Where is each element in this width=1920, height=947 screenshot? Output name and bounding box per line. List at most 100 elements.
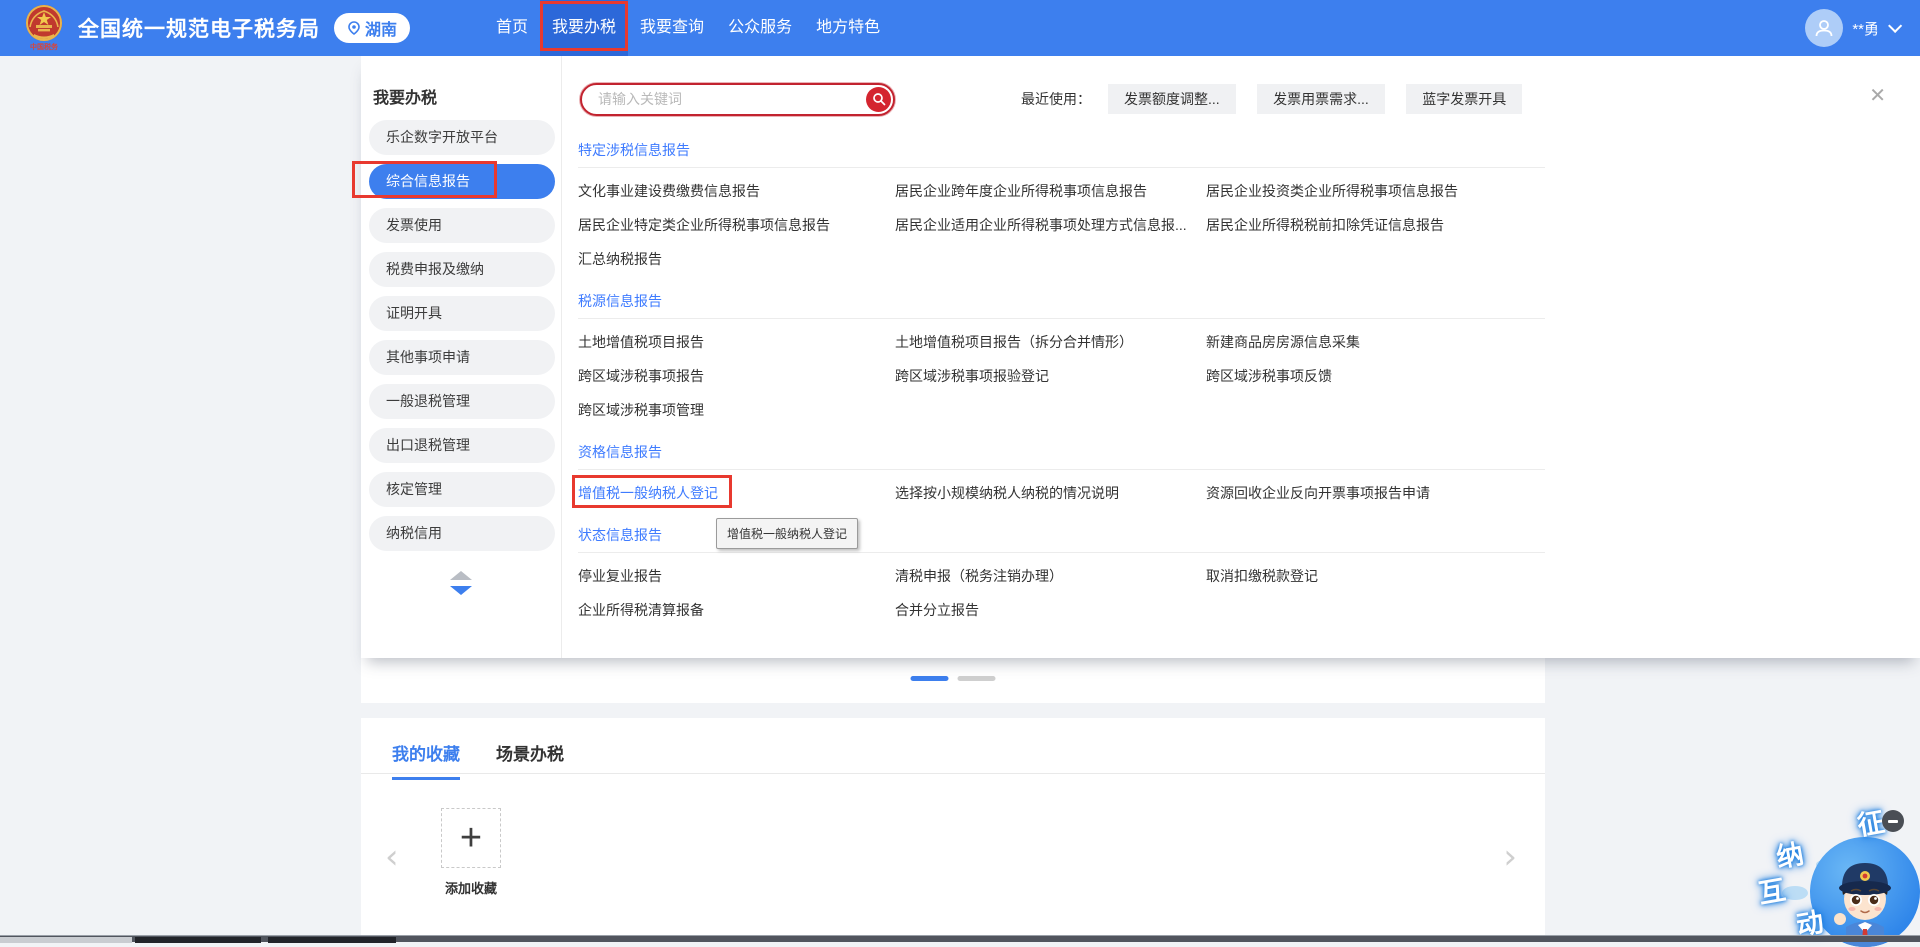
sidebar-item[interactable]: 证明开具 <box>369 296 555 331</box>
mascot-widget: 征 纳 互 动 <box>1752 790 1912 938</box>
tooltip: 增值税一般纳税人登记 <box>716 518 858 549</box>
favorites-tab[interactable]: 我的收藏 <box>392 740 460 780</box>
search-icon <box>872 92 886 106</box>
user-icon <box>1813 17 1835 39</box>
scroll-up-icon[interactable] <box>450 571 472 580</box>
menu-item[interactable]: 清税申报（税务注销办理） <box>895 566 1063 586</box>
menu-sidebar: 我要办税 乐企数字开放平台 综合信息报告 发票使用 税费申报及缴纳 证明开具 其… <box>361 56 562 658</box>
site-title: 全国统一规范电子税务局 <box>78 13 320 43</box>
sidebar-title: 我要办税 <box>373 84 561 104</box>
sidebar-item[interactable]: 一般退税管理 <box>369 384 555 419</box>
menu-item[interactable]: 跨区域涉税事项报告 <box>578 366 704 386</box>
location-pin-icon <box>347 21 361 35</box>
menu-item[interactable]: 土地增值税项目报告（拆分合并情形） <box>895 332 1133 352</box>
favorites-tab[interactable]: 场景办税 <box>496 740 564 780</box>
recent-used-button[interactable]: 蓝字发票开具 <box>1406 84 1522 114</box>
avatar[interactable] <box>1805 9 1843 47</box>
sidebar-item[interactable]: 纳税信用 <box>369 516 555 551</box>
user-block: **勇 <box>1805 0 1898 56</box>
mega-menu-panel: 我要办税 乐企数字开放平台 综合信息报告 发票使用 税费申报及缴纳 证明开具 其… <box>361 56 1920 658</box>
tax-emblem-logo: 中国税务 <box>22 3 66 53</box>
region-label: 湖南 <box>365 16 397 40</box>
sidebar-item[interactable]: 综合信息报告 <box>369 164 555 199</box>
sidebar-items: 乐企数字开放平台 综合信息报告 发票使用 税费申报及缴纳 证明开具 其他事项申请… <box>361 120 561 551</box>
plus-icon: + <box>460 819 482 857</box>
menu-item[interactable]: 选择按小规模纳税人纳税的情况说明 <box>895 483 1119 503</box>
menu-item[interactable]: 增值税一般纳税人登记 <box>578 483 718 503</box>
recent-used-button[interactable]: 发票用票需求... <box>1257 84 1385 114</box>
taskbar-segment <box>268 937 396 943</box>
menu-item[interactable]: 汇总纳税报告 <box>578 249 662 269</box>
search-button[interactable] <box>866 87 891 112</box>
menu-content: 最近使用： 发票额度调整... 发票用票需求... 蓝字发票开具 特定涉税信息报… <box>562 56 1920 658</box>
section-items: 停业复业报告 清税申报（税务注销办理） 取消扣缴税款登记 企业所得税清算报备 合… <box>578 553 1920 620</box>
section-title[interactable]: 特定涉税信息报告 <box>578 140 1920 158</box>
user-name: **勇 <box>1852 18 1879 39</box>
top-header: 中国税务 全国统一规范电子税务局 湖南 首页 我要办税 我要查询 公众服务 地方… <box>0 0 1920 56</box>
sidebar-item[interactable]: 核定管理 <box>369 472 555 507</box>
menu-item[interactable]: 企业所得税清算报备 <box>578 600 704 620</box>
section-items: 土地增值税项目报告 土地增值税项目报告（拆分合并情形） 新建商品房房源信息采集 … <box>578 319 1920 420</box>
tax-officer-cartoon-icon <box>1810 837 1920 947</box>
chevron-down-icon[interactable] <box>1888 19 1902 33</box>
taskbar-segment <box>135 937 261 943</box>
close-icon[interactable]: ✕ <box>1869 86 1886 106</box>
sidebar-item[interactable]: 乐企数字开放平台 <box>369 120 555 155</box>
section-title[interactable]: 税源信息报告 <box>578 291 1920 309</box>
top-nav: 首页 我要办税 我要查询 公众服务 地方特色 <box>484 0 892 56</box>
sidebar-scroll-arrows <box>361 571 561 595</box>
menu-section: 特定涉税信息报告 文化事业建设费缴费信息报告 居民企业跨年度企业所得税事项信息报… <box>578 140 1920 269</box>
national-emblem-icon <box>24 3 64 43</box>
carousel-next-icon[interactable]: › <box>1503 840 1517 874</box>
carousel-prev-icon[interactable]: ‹ <box>385 840 399 874</box>
carousel-dot[interactable] <box>958 676 996 681</box>
recent-buttons: 发票额度调整... 发票用票需求... 蓝字发票开具 <box>1091 84 1522 114</box>
recent-used-label: 最近使用： <box>1021 89 1091 109</box>
menu-item[interactable]: 居民企业跨年度企业所得税事项信息报告 <box>895 181 1147 201</box>
menu-section: 税源信息报告 土地增值税项目报告 土地增值税项目报告（拆分合并情形） 新建商品房… <box>578 291 1920 420</box>
sidebar-item[interactable]: 发票使用 <box>369 208 555 243</box>
section-items: 增值税一般纳税人登记 选择按小规模纳税人纳税的情况说明 资源回收企业反向开票事项… <box>578 470 1920 503</box>
menu-item[interactable]: 新建商品房房源信息采集 <box>1206 332 1360 352</box>
menu-item[interactable]: 合并分立报告 <box>895 600 979 620</box>
menu-item[interactable]: 取消扣缴税款登记 <box>1206 566 1318 586</box>
sidebar-item[interactable]: 其他事项申请 <box>369 340 555 375</box>
taskbar-sliver <box>0 935 1920 942</box>
mascot-avatar[interactable] <box>1810 837 1920 947</box>
nav-item[interactable]: 首页 <box>484 0 540 56</box>
menu-item[interactable]: 文化事业建设费缴费信息报告 <box>578 181 760 201</box>
minus-icon <box>1888 820 1898 823</box>
menu-item[interactable]: 跨区域涉税事项管理 <box>578 400 704 420</box>
nav-item[interactable]: 公众服务 <box>716 0 804 56</box>
carousel-dot-active[interactable] <box>911 676 949 681</box>
region-selector[interactable]: 湖南 <box>334 13 410 43</box>
section-title[interactable]: 资格信息报告 <box>578 442 1920 460</box>
menu-item[interactable]: 跨区域涉税事项反馈 <box>1206 366 1332 386</box>
menu-section: 资格信息报告 增值税一般纳税人登记 选择按小规模纳税人纳税的情况说明 资源回收企… <box>578 442 1920 503</box>
search-box <box>580 83 895 116</box>
scroll-down-icon[interactable] <box>450 586 472 595</box>
menu-item[interactable]: 居民企业特定类企业所得税事项信息报告 <box>578 215 830 235</box>
favorites-card: 我的收藏 场景办税 ‹ + 添加收藏 › <box>361 718 1545 936</box>
menu-item[interactable]: 居民企业所得税税前扣除凭证信息报告 <box>1206 215 1444 235</box>
nav-item[interactable]: 我要办税 <box>540 0 628 56</box>
sidebar-item[interactable]: 税费申报及缴纳 <box>369 252 555 287</box>
nav-item[interactable]: 地方特色 <box>804 0 892 56</box>
search-input[interactable] <box>598 85 848 114</box>
menu-item[interactable]: 停业复业报告 <box>578 566 662 586</box>
add-favorite-label: 添加收藏 <box>435 878 507 897</box>
nav-item[interactable]: 我要查询 <box>628 0 716 56</box>
section-items: 文化事业建设费缴费信息报告 居民企业跨年度企业所得税事项信息报告 居民企业投资类… <box>578 168 1920 269</box>
sidebar-item[interactable]: 出口退税管理 <box>369 428 555 463</box>
menu-item[interactable]: 居民企业适用企业所得税事项处理方式信息报... <box>895 215 1187 235</box>
menu-item[interactable]: 跨区域涉税事项报验登记 <box>895 366 1049 386</box>
minimize-mascot-button[interactable] <box>1882 810 1904 832</box>
menu-item[interactable]: 资源回收企业反向开票事项报告申请 <box>1206 483 1430 503</box>
menu-item[interactable]: 居民企业投资类企业所得税事项信息报告 <box>1206 181 1458 201</box>
search-row: 最近使用： 发票额度调整... 发票用票需求... 蓝字发票开具 <box>578 82 1920 116</box>
logo-caption: 中国税务 <box>30 44 58 51</box>
add-favorite-button[interactable]: + <box>441 808 501 868</box>
menu-item[interactable]: 土地增值税项目报告 <box>578 332 704 352</box>
recent-used-button[interactable]: 发票额度调整... <box>1108 84 1236 114</box>
carousel-pagination <box>911 676 996 681</box>
